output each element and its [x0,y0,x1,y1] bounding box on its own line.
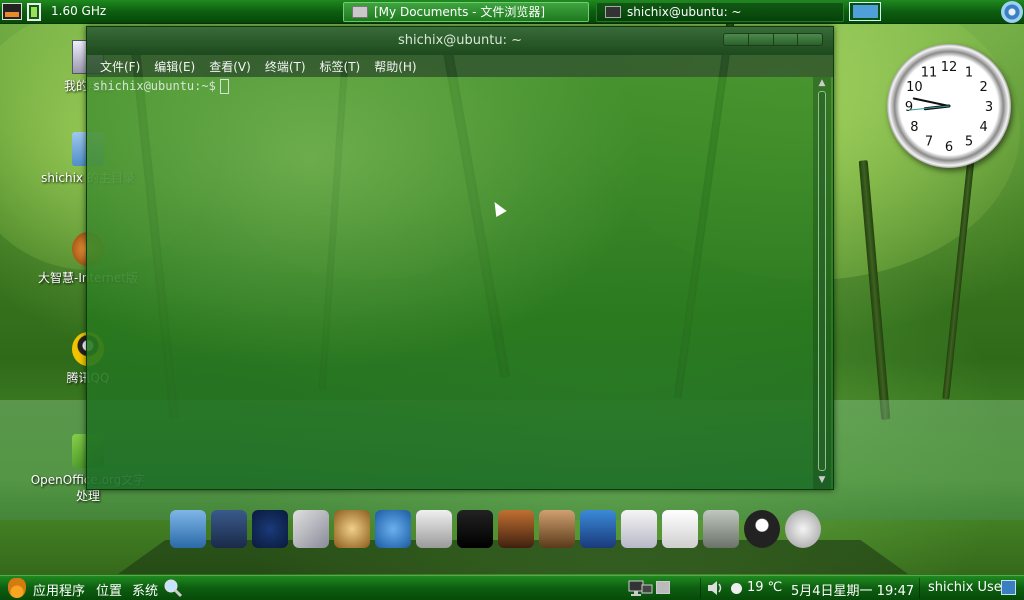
file-browser-icon [352,6,368,18]
clock-numeral: 12 [941,60,958,75]
clock-minute-hand [912,97,950,107]
menu-edit[interactable]: 编辑(E) [154,58,195,75]
clock-numeral: 7 [925,135,933,150]
minimize-button[interactable] [724,34,749,45]
clock-numeral: 8 [910,120,918,135]
date-time[interactable]: 5月4日星期一 19:47 [791,580,914,599]
close-button[interactable] [798,34,822,45]
menu-tabs[interactable]: 标签(T) [320,58,361,75]
restore-button[interactable] [774,34,799,45]
clock-numeral: 11 [921,65,938,80]
trash-icon[interactable] [703,510,739,548]
weather-icon[interactable] [731,583,742,594]
terminal-scrollbar[interactable]: ▲ ▼ [813,77,831,489]
compass-icon[interactable] [334,510,370,548]
window-title: shichix@ubuntu: ~ [397,33,523,48]
clock-numeral: 9 [905,100,913,115]
clock-face: 1234567891011 12 [905,60,993,155]
cpu-monitor-icon[interactable] [2,3,22,20]
taskbar-item-label: shichix@ubuntu: ~ [627,5,742,19]
volume-icon[interactable] [706,579,726,597]
system-menu[interactable]: 系统 [132,580,158,599]
menu-view[interactable]: 查看(V) [209,58,251,75]
mail-icon[interactable] [621,510,657,548]
text-editor-icon[interactable] [662,510,698,548]
scrollbar-thumb[interactable] [818,91,826,471]
movie-icon[interactable] [580,510,616,548]
penguin-icon[interactable] [744,510,780,548]
scroll-down-icon[interactable]: ▼ [817,475,827,485]
shell-prompt: shichix@ubuntu:~$ [93,79,229,94]
maximize-button[interactable] [749,34,774,45]
menu-help[interactable]: 帮助(H) [374,58,416,75]
search-icon[interactable] [163,578,183,598]
gear-icon[interactable] [1001,1,1023,23]
bottom-panel: 应用程序 位置 系统 19 ℃ 5月4日星期一 19:47 shichix Us… [0,575,1024,600]
panel-separator [919,578,920,598]
finder-icon[interactable] [170,510,206,548]
taskbar-item-label: [My Documents - 文件浏览器] [374,5,546,19]
widgets-icon[interactable] [211,510,247,548]
terminal-content[interactable]: shichix@ubuntu:~$ ▲ ▼ [87,77,833,489]
analog-clock: 1 2 3 4 5 6 7 8 9 10 11 12 [887,44,1011,168]
terminal-icon[interactable] [457,510,493,548]
menu-file[interactable]: 文件(F) [100,58,140,75]
battery-icon[interactable] [27,3,41,21]
disk-icon[interactable] [785,510,821,548]
network-icon[interactable] [628,579,654,599]
shutdown-icon[interactable] [1001,580,1016,595]
taskbar-item-terminal[interactable]: shichix@ubuntu: ~ [596,2,844,22]
prompt-text: shichix@ubuntu:~$ [93,79,216,93]
places-menu[interactable]: 位置 [96,580,122,599]
taskbar-item-file-browser[interactable]: [My Documents - 文件浏览器] [343,2,589,22]
workspace-switcher[interactable] [849,2,881,21]
terminal-titlebar[interactable]: shichix@ubuntu: ~ [87,27,833,55]
photo-icon[interactable] [498,510,534,548]
applications-menu[interactable]: 应用程序 [33,580,85,599]
system-monitor-icon[interactable] [252,510,288,548]
menu-terminal[interactable]: 终端(T) [265,58,306,75]
window-controls [723,33,823,46]
clock-numeral: 2 [980,80,988,95]
clock-numeral: 5 [965,135,973,150]
cpu-frequency[interactable]: 1.60 GHz [51,4,106,18]
media-icon[interactable] [293,510,329,548]
scroll-up-icon[interactable]: ▲ [817,78,827,88]
mail-envelope-icon[interactable] [416,510,452,548]
clock-numeral: 10 [906,80,923,95]
terminal-icon [605,6,621,18]
keyboard-icon[interactable] [656,581,670,594]
temperature[interactable]: 19 ℃ [747,580,782,595]
gnome-foot-icon[interactable] [8,578,26,598]
clock-numeral: 1 [965,65,973,80]
user-switcher[interactable]: shichix User [928,580,1007,595]
clock-numeral: 6 [945,140,953,155]
text-cursor [219,79,229,94]
panel-separator [700,578,701,598]
top-panel: 1.60 GHz [My Documents - 文件浏览器] shichix@… [0,0,1024,24]
clock-numeral: 4 [980,120,988,135]
terminal-window: shichix@ubuntu: ~ 文件(F) 编辑(E) 查看(V) 终端(T… [86,26,834,490]
clock-numeral: 3 [985,100,993,115]
image-viewer-icon[interactable] [539,510,575,548]
terminal-menubar: 文件(F) 编辑(E) 查看(V) 终端(T) 标签(T) 帮助(H) [87,55,833,77]
browser-icon[interactable] [375,510,411,548]
